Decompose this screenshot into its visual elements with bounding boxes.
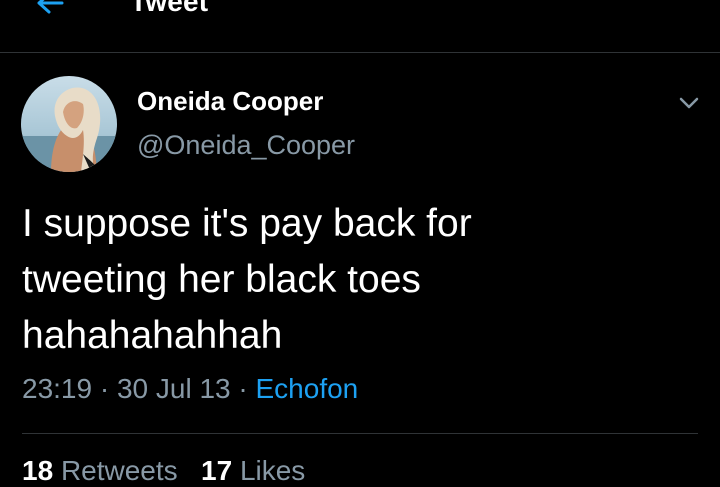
tweet-text-line: I suppose it's pay back for [22,202,472,245]
page-title: Tweet [130,0,209,17]
likes-stat[interactable]: 17 Likes [201,455,305,486]
tweet-text-line: hahahahahhah [22,314,283,357]
chevron-down-icon [679,97,699,109]
avatar[interactable] [21,76,117,172]
likes-label: Likes [239,455,306,486]
tweet-metadata: 23:19 · 30 Jul 13 · Echofon [22,373,358,405]
top-bar: Tweet [0,0,720,53]
tweet-source-link[interactable]: Echofon [256,373,359,404]
tweet-time: 23:19 [22,373,93,404]
tweet-stats: 18 Retweets 17 Likes [22,455,305,487]
likes-count: 17 [201,455,233,486]
meta-separator: · [92,373,117,404]
back-button[interactable] [28,0,72,18]
arrow-left-icon [37,0,64,14]
meta-separator: · [230,373,256,404]
author-name[interactable]: Oneida Cooper [137,86,323,117]
retweets-label: Retweets [60,455,178,486]
retweets-stat[interactable]: 18 Retweets [22,455,178,486]
retweets-count: 18 [22,455,54,486]
tweet-date: 30 Jul 13 [116,373,231,404]
tweet-text: I suppose it's pay back for tweeting her… [22,196,702,364]
author-handle[interactable]: @Oneida_Cooper [137,130,355,161]
divider [22,433,698,434]
tweet-text-line: tweeting her black toes [22,258,421,301]
avatar-image [21,76,117,172]
tweet-menu-button[interactable] [672,88,706,118]
